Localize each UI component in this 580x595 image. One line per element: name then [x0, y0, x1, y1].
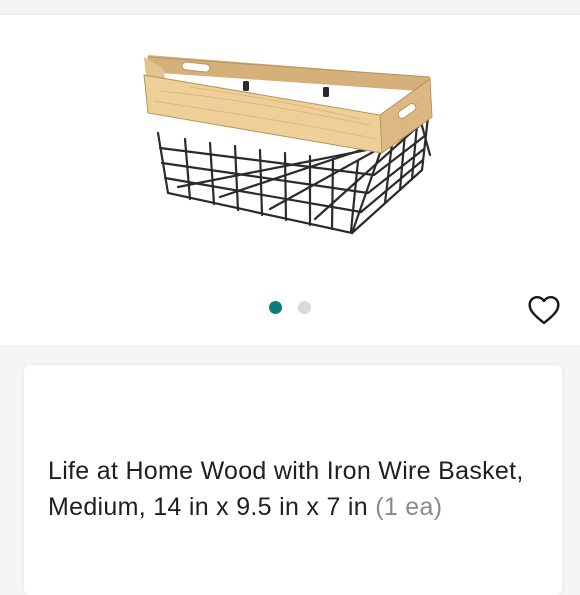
product-image	[143, 55, 433, 235]
product-image-gallery[interactable]	[0, 15, 580, 345]
carousel-dot-1[interactable]	[269, 301, 282, 314]
product-info-card: Life at Home Wood with Iron Wire Basket,…	[24, 365, 562, 595]
carousel-indicators	[0, 301, 580, 314]
product-quantity: (1 ea)	[375, 493, 443, 521]
product-name: Life at Home Wood with Iron Wire Basket,…	[48, 457, 524, 521]
product-title: Life at Home Wood with Iron Wire Basket,…	[48, 453, 538, 525]
top-bar	[0, 0, 580, 15]
heart-outline-icon	[528, 295, 560, 325]
carousel-dot-2[interactable]	[298, 301, 311, 314]
favorite-button[interactable]	[525, 293, 563, 327]
